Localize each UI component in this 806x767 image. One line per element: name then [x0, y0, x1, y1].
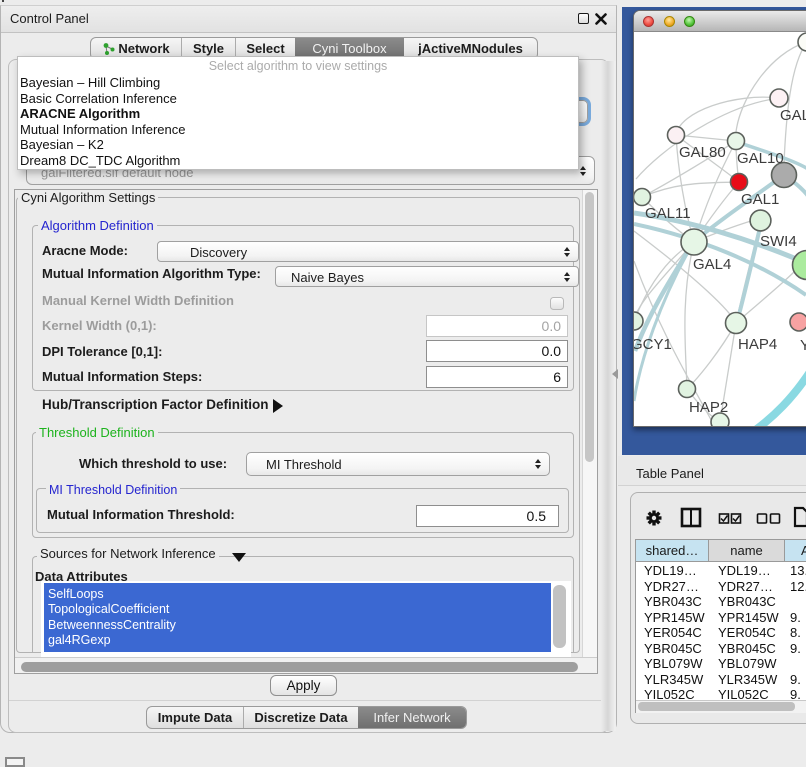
svg-text:GAL1: GAL1 [741, 191, 779, 208]
svg-text:SWI4: SWI4 [760, 233, 797, 250]
svg-text:GCY1: GCY1 [634, 336, 672, 353]
svg-text:GAL10: GAL10 [737, 150, 784, 167]
svg-text:GAL80: GAL80 [679, 144, 726, 161]
svg-text:Y: Y [800, 337, 806, 354]
svg-text:GAL: GAL [780, 107, 806, 124]
svg-text:HAP4: HAP4 [738, 336, 777, 353]
svg-text:GAL11: GAL11 [645, 205, 691, 222]
svg-text:GAL4: GAL4 [693, 256, 731, 273]
svg-text:HAP2: HAP2 [689, 399, 728, 416]
